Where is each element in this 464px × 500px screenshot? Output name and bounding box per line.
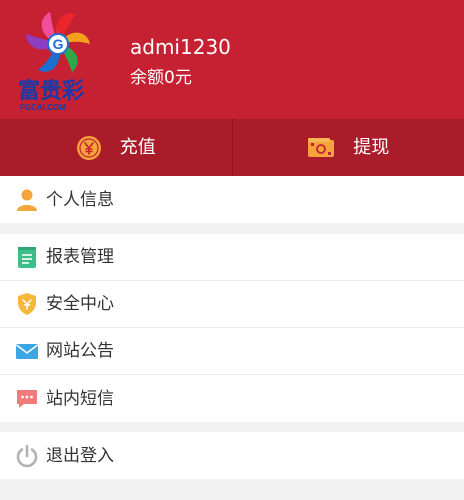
svg-text:G: G (53, 36, 64, 52)
brand-logo: G 富贵彩 FGCAI.COM (14, 4, 100, 114)
logo-domain: FGCAI.COM (20, 103, 66, 112)
menu-item-notice[interactable]: 网站公告 (0, 328, 464, 375)
coin-icon (76, 135, 102, 161)
username: admi1230 (130, 35, 231, 59)
balance-text: 余额0元 (130, 68, 192, 88)
withdraw-button[interactable]: 提现 (231, 119, 464, 176)
wallet-action-bar: 充值 提现 (0, 119, 464, 176)
user-icon (15, 188, 39, 212)
menu-item-messages[interactable]: 站内短信 (0, 375, 464, 422)
menu-group-logout: 退出登入 (0, 432, 464, 479)
withdraw-label: 提现 (353, 136, 390, 158)
notepad-icon (15, 245, 39, 269)
menu-group-profile: 个人信息 (0, 176, 464, 223)
mail-icon (15, 339, 39, 363)
logo-text: 富贵彩 (18, 78, 84, 104)
menu-group-main: 报表管理 安全中心 网站公告 站内短信 (0, 234, 464, 422)
menu-item-label: 站内短信 (46, 388, 114, 409)
menu-item-profile[interactable]: 个人信息 (0, 176, 464, 223)
cash-icon (307, 137, 335, 159)
menu-item-label: 安全中心 (46, 294, 114, 314)
menu-item-label: 退出登入 (46, 445, 114, 466)
deposit-label: 充值 (119, 136, 156, 158)
chat-bubble-icon (15, 387, 39, 411)
menu-item-security[interactable]: 安全中心 (0, 281, 464, 328)
menu-item-reports[interactable]: 报表管理 (0, 234, 464, 281)
account-header: G 富贵彩 FGCAI.COM admi1230 余额0元 (0, 0, 464, 119)
menu-item-label: 个人信息 (46, 189, 114, 210)
power-icon (15, 444, 39, 468)
menu-item-label: 报表管理 (46, 247, 114, 267)
menu-item-label: 网站公告 (46, 341, 114, 361)
menu-item-logout[interactable]: 退出登入 (0, 432, 464, 479)
deposit-button[interactable]: 充值 (0, 119, 232, 176)
shield-icon (15, 292, 39, 316)
